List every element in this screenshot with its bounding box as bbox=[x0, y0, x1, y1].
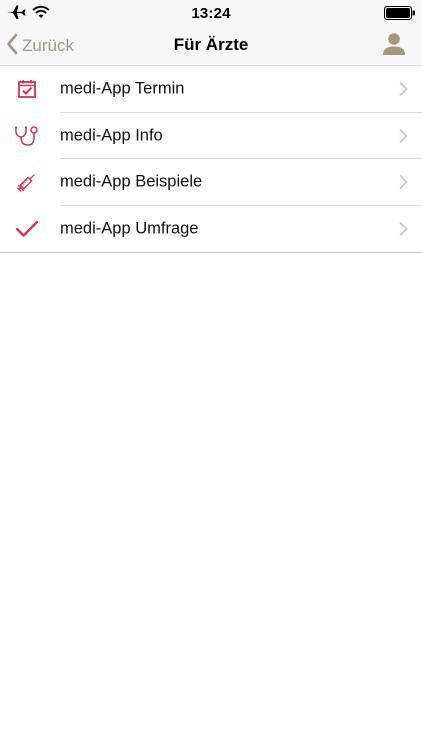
list-item-label: medi-App Termin bbox=[60, 79, 185, 98]
list-item-umfrage[interactable]: medi-App Umfrage bbox=[0, 206, 422, 253]
person-icon bbox=[380, 33, 408, 62]
checkmark-icon bbox=[13, 215, 41, 243]
status-time: 13:24 bbox=[191, 5, 231, 22]
list-item-termin[interactable]: medi-App Termin bbox=[0, 66, 422, 113]
page-title: Für Ärzte bbox=[173, 35, 249, 54]
chevron-right-icon bbox=[398, 81, 408, 97]
chevron-right-icon bbox=[398, 174, 408, 190]
menu-list: medi-App Termin medi-App Info medi-App B… bbox=[0, 66, 422, 253]
calendar-check-icon bbox=[13, 75, 41, 103]
profile-button[interactable] bbox=[380, 30, 408, 58]
list-item-info[interactable]: medi-App Info bbox=[0, 113, 422, 159]
list-item-label: medi-App Info bbox=[60, 126, 163, 145]
chevron-right-icon bbox=[398, 221, 408, 237]
navigation-bar: Zurück Für Ärzte bbox=[0, 26, 422, 66]
syringe-icon bbox=[13, 168, 41, 196]
status-bar: 13:24 bbox=[0, 0, 422, 26]
chevron-right-icon bbox=[398, 128, 408, 144]
battery-icon bbox=[384, 6, 416, 25]
list-item-beispiele[interactable]: medi-App Beispiele bbox=[0, 159, 422, 206]
list-item-label: medi-App Umfrage bbox=[60, 219, 199, 238]
stethoscope-icon bbox=[13, 122, 41, 150]
list-item-label: medi-App Beispiele bbox=[60, 172, 203, 191]
